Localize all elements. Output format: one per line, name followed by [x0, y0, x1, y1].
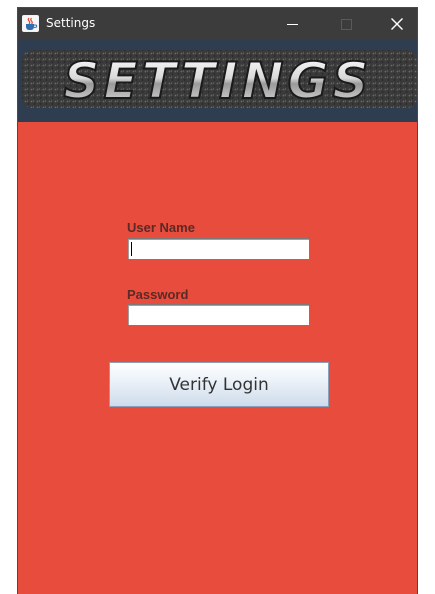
- text-caret: [131, 242, 132, 256]
- settings-window: Settings SETTINGS User Name Password Ver…: [18, 8, 417, 594]
- title-bar[interactable]: Settings: [18, 8, 417, 40]
- password-label: Password: [127, 287, 189, 302]
- settings-banner-logo: SETTINGS: [22, 50, 417, 111]
- username-input[interactable]: [127, 238, 310, 260]
- close-icon: [391, 15, 403, 34]
- banner-title: SETTINGS: [63, 52, 372, 110]
- username-label: User Name: [127, 220, 195, 235]
- close-button[interactable]: [377, 8, 417, 40]
- password-input[interactable]: [127, 304, 310, 326]
- maximize-icon: [340, 15, 352, 34]
- window-title: Settings: [46, 16, 96, 30]
- verify-login-button[interactable]: Verify Login: [109, 362, 329, 407]
- minimize-button[interactable]: [269, 8, 315, 40]
- minimize-icon: [286, 15, 298, 34]
- maximize-button[interactable]: [323, 8, 369, 40]
- java-cup-icon: [22, 15, 39, 32]
- settings-banner: SETTINGS: [18, 40, 417, 122]
